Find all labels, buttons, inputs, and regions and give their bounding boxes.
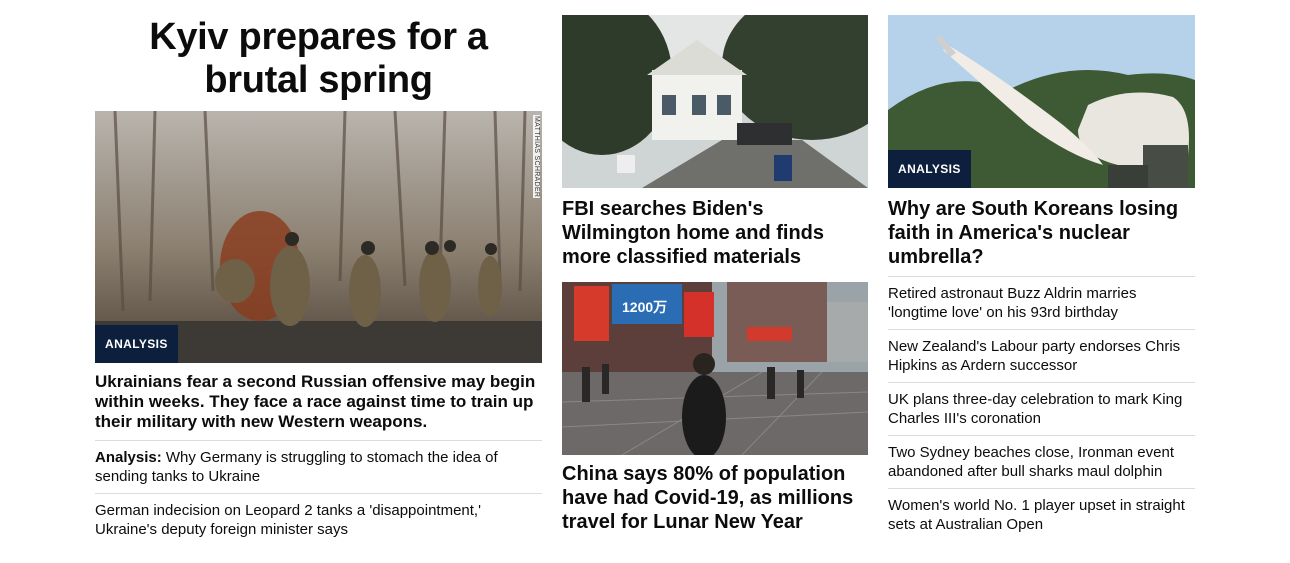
billboard-text: 1200万 (622, 299, 667, 315)
china-street-image: 1200万 (562, 282, 868, 455)
related-link-germany-tanks[interactable]: Analysis: Why Germany is struggling to s… (95, 440, 542, 493)
list-item-australian-open[interactable]: Women's world No. 1 player upset in stra… (888, 488, 1195, 541)
list-item-aldrin[interactable]: Retired astronaut Buzz Aldrin marries 'l… (888, 276, 1195, 329)
list-item-hipkins[interactable]: New Zealand's Labour party endorses Chri… (888, 329, 1195, 382)
section-title[interactable]: Kyiv prepares for a brutal spring (95, 16, 542, 111)
related-link-leopard-tanks[interactable]: German indecision on Leopard 2 tanks a '… (95, 493, 542, 546)
biden-home-image (562, 15, 868, 188)
middle-column: FBI searches Biden's Wilmington home and… (562, 0, 868, 534)
missile-launch-photo[interactable]: ANALYSIS (888, 15, 1195, 188)
biden-headline[interactable]: FBI searches Biden's Wilmington home and… (562, 197, 868, 269)
china-street-photo[interactable]: 1200万 (562, 282, 868, 455)
list-item-text: Retired astronaut Buzz Aldrin marries 'l… (888, 285, 1137, 321)
photo-credit: MATTHIAS SCHRADER (533, 115, 540, 199)
lead-headline[interactable]: Ukrainians fear a second Russian offensi… (95, 372, 542, 432)
related-link-text: German indecision on Leopard 2 tanks a '… (95, 502, 481, 538)
list-item-text: UK plans three-day celebration to mark K… (888, 391, 1183, 427)
analysis-badge: ANALYSIS (888, 150, 971, 188)
biden-home-photo[interactable] (562, 15, 868, 188)
soldiers-photo[interactable]: MATTHIAS SCHRADER ANALYSIS (95, 111, 542, 363)
list-item-text: Two Sydney beaches close, Ironman event … (888, 444, 1174, 480)
china-covid-headline[interactable]: China says 80% of population have had Co… (562, 462, 868, 534)
list-item-coronation[interactable]: UK plans three-day celebration to mark K… (888, 382, 1195, 435)
analysis-badge: ANALYSIS (95, 325, 178, 363)
list-item-text: New Zealand's Labour party endorses Chri… (888, 338, 1181, 374)
south-korea-headline[interactable]: Why are South Koreans losing faith in Am… (888, 197, 1195, 269)
analysis-prefix: Analysis: (95, 449, 162, 466)
right-column: ANALYSIS Why are South Koreans losing fa… (888, 0, 1195, 541)
list-item-text: Women's world No. 1 player upset in stra… (888, 497, 1185, 533)
lead-story-column: Kyiv prepares for a brutal spring MATTHI… (95, 0, 542, 546)
list-item-sydney-beaches[interactable]: Two Sydney beaches close, Ironman event … (888, 435, 1195, 488)
